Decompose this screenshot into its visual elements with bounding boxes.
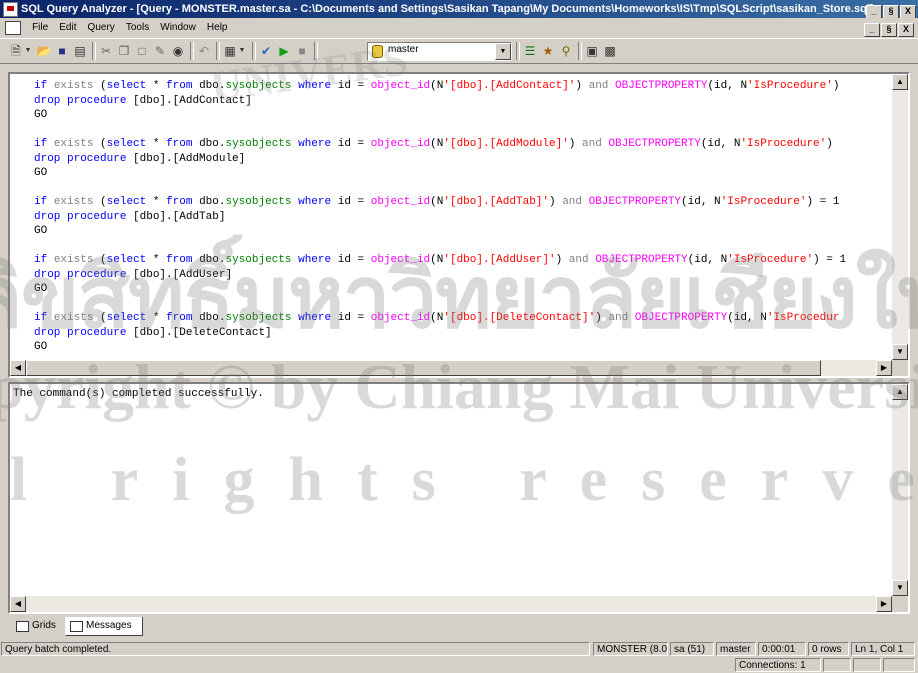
close-button[interactable]: X (900, 5, 916, 18)
menu-tools[interactable]: Tools (122, 19, 153, 37)
object-search-icon[interactable]: ★ (540, 43, 556, 59)
status-position: Ln 1, Col 1 (851, 642, 915, 656)
execute-icon[interactable]: ▶ (276, 43, 292, 59)
query-editor[interactable]: if exists (select * from dbo.sysobjects … (8, 72, 910, 378)
sql-statement[interactable]: if exists (select * from dbo.sysobjects … (34, 311, 892, 355)
results-vertical-scrollbar[interactable]: ▲ ▼ (892, 384, 908, 596)
status-bar: Query batch completed. MONSTER (8.0) sa … (0, 641, 918, 657)
status-server: MONSTER (8.0) (593, 642, 668, 656)
object-browser-icon[interactable]: ☰ (522, 43, 538, 59)
editor-vertical-scrollbar[interactable]: ▲ ▼ (892, 74, 908, 360)
status-time: 0:00:01 (758, 642, 806, 656)
sql-statement[interactable]: if exists (select * from dbo.sysobjects … (34, 253, 892, 297)
insert-template-icon[interactable]: ▤ (72, 43, 88, 59)
new-dropdown-icon[interactable]: ▼ (24, 43, 32, 59)
database-select[interactable]: master ▼ (367, 42, 512, 61)
save-icon[interactable]: ■ (54, 43, 70, 59)
status-bar-secondary: Connections: 1 (0, 657, 918, 673)
mdi-close-button[interactable]: X (898, 23, 914, 37)
menu-query[interactable]: Query (84, 19, 119, 37)
paste-icon[interactable]: □ (134, 43, 150, 59)
find-icon[interactable]: ◉ (170, 43, 186, 59)
editor-horizontal-scrollbar[interactable]: ◀ ▶ (10, 360, 892, 376)
status-database: master (716, 642, 756, 656)
menu-help[interactable]: Help (203, 19, 232, 37)
menu-file[interactable]: File (28, 19, 52, 37)
toolbar: 🗎 ▼ 📂 ■ ▤ ✂ ❐ □ ✎ ◉ ↶ ▦ ▼ ✔ ▶ ■ master ▼… (0, 38, 918, 64)
status-user: sa (51) (670, 642, 714, 656)
messages-icon (70, 621, 83, 632)
scroll-down-icon[interactable]: ▼ (892, 344, 908, 360)
new-query-icon[interactable]: 🗎 (8, 43, 24, 59)
scroll-left-icon[interactable]: ◀ (10, 596, 26, 612)
status-rows: 0 rows (808, 642, 849, 656)
menu-window[interactable]: Window (156, 19, 200, 37)
results-pane-icon[interactable]: ▩ (602, 43, 618, 59)
results-pane[interactable]: The command(s) completed successfully. ▲… (8, 382, 910, 614)
scroll-right-icon[interactable]: ▶ (876, 360, 892, 376)
mdi-restore-button[interactable]: § (881, 23, 897, 37)
show-plan-icon[interactable]: ⚲ (558, 43, 574, 59)
sql-code[interactable]: if exists (select * from dbo.sysobjects … (10, 74, 892, 360)
sql-statement[interactable]: if exists (select * from dbo.sysobjects … (34, 137, 892, 181)
app-icon[interactable] (3, 2, 18, 17)
document-icon[interactable] (5, 21, 21, 35)
horizontal-scroll-thumb[interactable] (26, 360, 821, 376)
connection-properties-icon[interactable]: ▣ (584, 43, 600, 59)
open-icon[interactable]: 📂 (36, 43, 52, 59)
status-text: Query batch completed. (1, 642, 590, 656)
scroll-up-icon[interactable]: ▲ (892, 74, 908, 90)
tab-grids[interactable]: Grids (12, 617, 64, 635)
scroll-up-icon[interactable]: ▲ (892, 384, 908, 400)
minimize-button[interactable]: _ (866, 5, 882, 18)
database-select-value: master (388, 44, 419, 55)
results-mode-icon[interactable]: ▦ (222, 43, 238, 59)
restore-button[interactable]: § (883, 5, 899, 18)
grid-icon (16, 621, 29, 632)
copy-icon[interactable]: ❐ (116, 43, 132, 59)
title-bar: SQL Query Analyzer - [Query - MONSTER.ma… (0, 0, 918, 18)
scroll-left-icon[interactable]: ◀ (10, 360, 26, 376)
result-message: The command(s) completed successfully. (13, 388, 264, 400)
tab-messages[interactable]: Messages (65, 617, 143, 636)
menu-edit[interactable]: Edit (55, 19, 80, 37)
results-horizontal-scrollbar[interactable]: ◀ ▶ (10, 596, 892, 612)
menu-bar: File Edit Query Tools Window Help _ § X (0, 18, 918, 37)
scroll-down-icon[interactable]: ▼ (892, 580, 908, 596)
window-title: SQL Query Analyzer - [Query - MONSTER.ma… (21, 3, 874, 15)
sql-statement[interactable]: if exists (select * from dbo.sysobjects … (34, 195, 892, 239)
results-dropdown-icon[interactable]: ▼ (238, 43, 246, 59)
undo-icon[interactable]: ↶ (196, 43, 212, 59)
database-icon (372, 45, 383, 58)
status-connections: Connections: 1 (735, 658, 821, 672)
scroll-right-icon[interactable]: ▶ (876, 596, 892, 612)
parse-icon[interactable]: ✔ (258, 43, 274, 59)
clear-icon[interactable]: ✎ (152, 43, 168, 59)
mdi-minimize-button[interactable]: _ (864, 23, 880, 37)
chevron-down-icon[interactable]: ▼ (495, 43, 511, 60)
stop-icon[interactable]: ■ (294, 43, 310, 59)
sql-statement[interactable]: if exists (select * from dbo.sysobjects … (34, 79, 892, 123)
cut-icon[interactable]: ✂ (98, 43, 114, 59)
